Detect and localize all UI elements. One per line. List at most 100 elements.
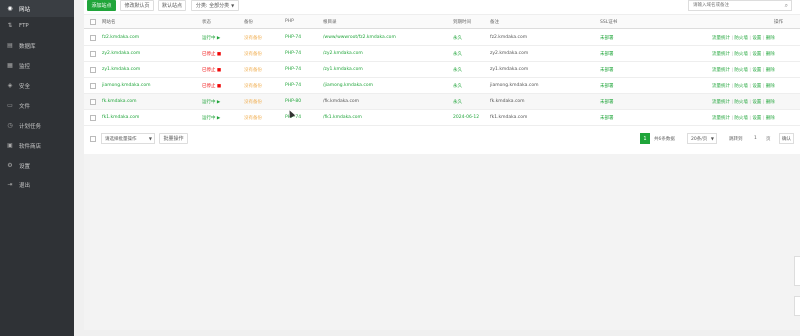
footer-select-all-checkbox[interactable]	[90, 136, 96, 142]
row-checkbox[interactable]	[90, 99, 96, 105]
search-input[interactable]	[689, 1, 779, 10]
category-dropdown[interactable]: 分类: 全部分类 ▼	[191, 0, 239, 11]
sidebar-item-store[interactable]: ▣ 软件商店	[0, 137, 74, 154]
traffic-stats-link[interactable]: 流量统计	[712, 68, 730, 73]
backup-link[interactable]: 没有备份	[244, 83, 262, 89]
status-toggle[interactable]: 已停止 ■	[202, 51, 221, 57]
settings-link[interactable]: 设置	[752, 68, 761, 73]
traffic-stats-link[interactable]: 流量统计	[712, 116, 730, 121]
default-page-button[interactable]: 修改默认页	[120, 0, 154, 11]
delete-link[interactable]: 删除	[766, 52, 775, 57]
expire-link[interactable]: 2024-06-12	[453, 115, 479, 120]
status-toggle[interactable]: 运行中 ▶	[202, 99, 220, 105]
settings-link[interactable]: 设置	[752, 100, 761, 105]
site-name-link[interactable]: fk.kmdaka.com	[102, 99, 137, 104]
settings-link[interactable]: 设置	[752, 36, 761, 41]
root-dir-link[interactable]: /jiamong.kmdaka.com	[323, 83, 373, 88]
expire-link[interactable]: 永久	[453, 35, 462, 41]
floating-feedback-tab[interactable]	[794, 296, 800, 316]
settings-link[interactable]: 设置	[752, 52, 761, 57]
php-version-link[interactable]: PHP-74	[285, 51, 301, 56]
root-dir-link[interactable]: /zy1.kmdaka.com	[323, 67, 363, 72]
site-name-link[interactable]: zy1.kmdaka.com	[102, 67, 140, 72]
firewall-link[interactable]: 防火墙	[734, 36, 748, 41]
traffic-stats-link[interactable]: 流量统计	[712, 36, 730, 41]
status-toggle[interactable]: 运行中 ▶	[202, 35, 220, 41]
expire-link[interactable]: 永久	[453, 99, 462, 105]
sidebar-item-files[interactable]: ▭ 文件	[0, 97, 74, 114]
status-toggle[interactable]: 运行中 ▶	[202, 115, 220, 121]
site-name-link[interactable]: zy2.kmdaka.com	[102, 51, 140, 56]
firewall-link[interactable]: 防火墙	[734, 52, 748, 57]
php-version-link[interactable]: PHP-74	[285, 35, 301, 40]
column-header-status[interactable]: 状态	[202, 19, 211, 25]
root-dir-link[interactable]: /www/wwwroot/fz2.kmdaka.com	[323, 35, 396, 40]
current-page-button[interactable]: 1	[640, 133, 650, 144]
ssl-link[interactable]: 未部署	[600, 83, 614, 89]
root-dir-link[interactable]: /fk.kmdaka.com	[323, 99, 359, 104]
traffic-stats-link[interactable]: 流量统计	[712, 52, 730, 57]
add-site-button[interactable]: 添加站点	[87, 0, 116, 11]
sidebar-item-security[interactable]: ◈ 安全	[0, 77, 74, 94]
note-text[interactable]: fk1.kmdaka.com	[490, 115, 527, 120]
traffic-stats-link[interactable]: 流量统计	[712, 84, 730, 89]
expire-link[interactable]: 永久	[453, 83, 462, 89]
php-version-link[interactable]: PHP-80	[285, 99, 301, 104]
backup-link[interactable]: 没有备份	[244, 35, 262, 41]
sidebar-item-ftp[interactable]: ⇅ FTP	[0, 17, 74, 34]
sidebar-item-site[interactable]: ◉ 网站	[0, 0, 74, 17]
site-name-link[interactable]: fz2.kmdaka.com	[102, 35, 139, 40]
delete-link[interactable]: 删除	[766, 84, 775, 89]
batch-operation-button[interactable]: 批量操作	[159, 133, 188, 144]
sidebar-item-settings[interactable]: ⚙ 设置	[0, 157, 74, 174]
sidebar-item-cron[interactable]: ◷ 计划任务	[0, 117, 74, 134]
expire-link[interactable]: 永久	[453, 67, 462, 73]
ssl-link[interactable]: 未部署	[600, 51, 614, 57]
delete-link[interactable]: 删除	[766, 100, 775, 105]
backup-link[interactable]: 没有备份	[244, 99, 262, 105]
firewall-link[interactable]: 防火墙	[734, 116, 748, 121]
jump-confirm-button[interactable]: 确认	[779, 133, 794, 144]
note-text[interactable]: fz2.kmdaka.com	[490, 35, 527, 40]
ssl-link[interactable]: 未部署	[600, 115, 614, 121]
backup-link[interactable]: 没有备份	[244, 51, 262, 57]
batch-operation-select[interactable]: 请选择批量操作 ▼	[101, 133, 155, 144]
expire-link[interactable]: 永久	[453, 51, 462, 57]
note-text[interactable]: zy2.kmdaka.com	[490, 51, 528, 56]
row-checkbox[interactable]	[90, 35, 96, 41]
select-all-checkbox[interactable]	[90, 19, 96, 25]
status-toggle[interactable]: 已停止 ■	[202, 83, 221, 89]
delete-link[interactable]: 删除	[766, 36, 775, 41]
jump-page-input[interactable]: 1	[754, 136, 757, 141]
row-checkbox[interactable]	[90, 83, 96, 89]
site-name-link[interactable]: jiamong.kmdaka.com	[102, 83, 150, 88]
per-page-select[interactable]: 20条/页 ▼	[687, 133, 717, 144]
backup-link[interactable]: 没有备份	[244, 67, 262, 73]
note-text[interactable]: fk.kmdaka.com	[490, 99, 525, 104]
sidebar-item-monitor[interactable]: ▦ 监控	[0, 57, 74, 74]
delete-link[interactable]: 删除	[766, 68, 775, 73]
column-header-site[interactable]: 网站名	[102, 19, 116, 25]
settings-link[interactable]: 设置	[752, 116, 761, 121]
site-name-link[interactable]: fk1.kmdaka.com	[102, 115, 139, 120]
ssl-link[interactable]: 未部署	[600, 99, 614, 105]
row-checkbox[interactable]	[90, 115, 96, 121]
backup-link[interactable]: 没有备份	[244, 115, 262, 121]
default-site-button[interactable]: 默认站点	[158, 0, 186, 11]
column-header-expire[interactable]: 到期时间	[453, 19, 471, 25]
row-checkbox[interactable]	[90, 51, 96, 57]
traffic-stats-link[interactable]: 流量统计	[712, 100, 730, 105]
note-text[interactable]: jiamong.kmdaka.com	[490, 83, 538, 88]
php-version-link[interactable]: PHP-74	[285, 83, 301, 88]
sidebar-item-database[interactable]: ▤ 数据库	[0, 37, 74, 54]
php-version-link[interactable]: PHP-74	[285, 67, 301, 72]
delete-link[interactable]: 删除	[766, 116, 775, 121]
search-icon[interactable]: ⌕	[785, 2, 788, 10]
root-dir-link[interactable]: /fk1.kmdaka.com	[323, 115, 362, 120]
note-text[interactable]: zy1.kmdaka.com	[490, 67, 528, 72]
row-checkbox[interactable]	[90, 67, 96, 73]
ssl-link[interactable]: 未部署	[600, 67, 614, 73]
settings-link[interactable]: 设置	[752, 84, 761, 89]
root-dir-link[interactable]: /zy2.kmdaka.com	[323, 51, 363, 56]
firewall-link[interactable]: 防火墙	[734, 84, 748, 89]
